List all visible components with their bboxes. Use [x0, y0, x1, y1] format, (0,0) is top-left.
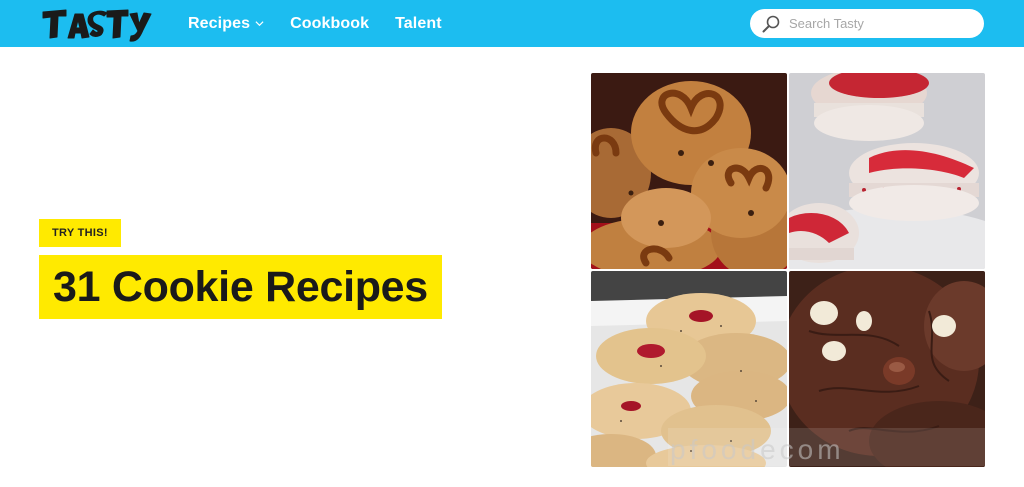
search-box[interactable]: [750, 9, 984, 38]
nav-cookbook[interactable]: Cookbook: [290, 15, 369, 33]
nav-talent-label: Talent: [395, 14, 442, 32]
tasty-logo[interactable]: [40, 4, 156, 44]
nav-recipes-label: Recipes: [188, 14, 251, 32]
top-navigation-bar: Recipes Cookbook Talent: [0, 0, 1024, 47]
peppermint-macarons-photo-icon: [789, 73, 985, 269]
pretzel-cookies-photo-icon: [591, 73, 787, 269]
nav-cookbook-label: Cookbook: [290, 14, 370, 32]
pretzel-cookies-image[interactable]: [591, 73, 787, 269]
main-nav: Recipes Cookbook Talent: [188, 0, 468, 47]
peppermint-macarons-image[interactable]: [789, 73, 985, 269]
nav-recipes[interactable]: Recipes: [188, 15, 264, 33]
tasty-logo-icon: [42, 9, 152, 42]
chevron-down-icon: [255, 21, 264, 27]
nav-talent[interactable]: Talent: [395, 15, 442, 33]
page-title[interactable]: 31 Cookie Recipes: [39, 255, 442, 319]
search-input[interactable]: [789, 16, 969, 31]
cookie-image-grid[interactable]: [591, 73, 985, 467]
try-this-badge: TRY THIS!: [39, 219, 121, 247]
search-icon: [762, 15, 780, 32]
watermark-text: pfoodecom: [670, 434, 845, 465]
